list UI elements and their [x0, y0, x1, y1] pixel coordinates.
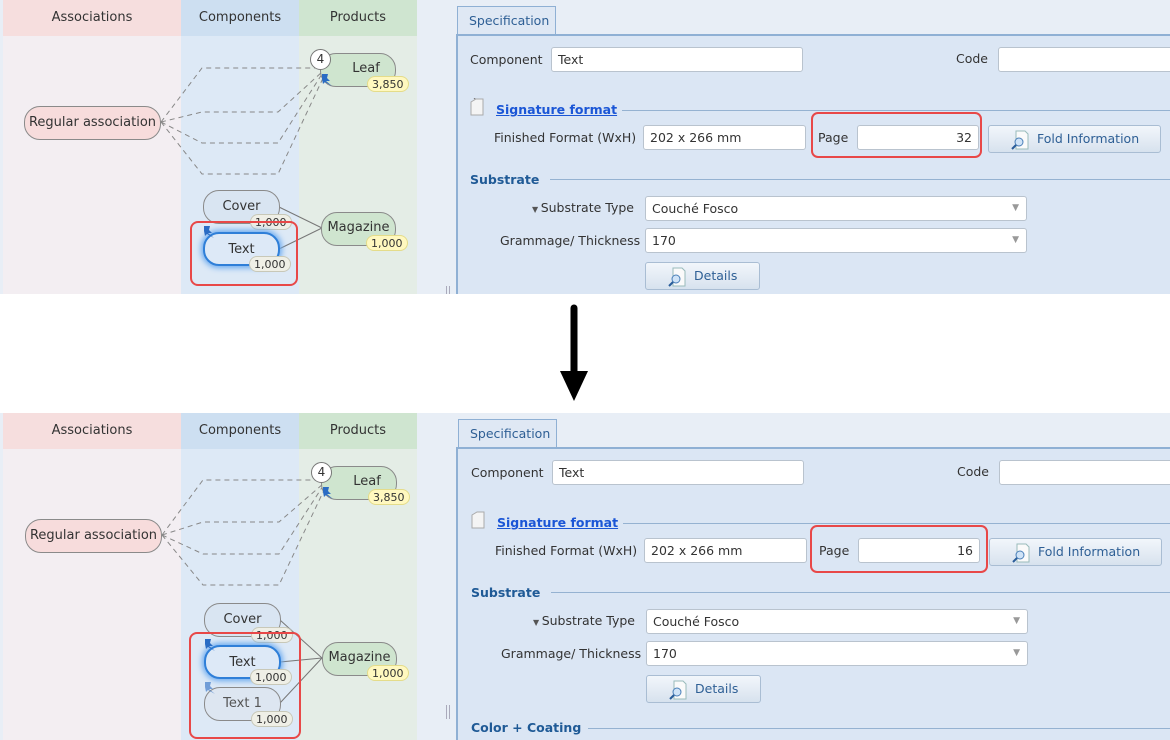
component-label: Component	[470, 52, 543, 67]
code-label: Code	[956, 51, 989, 66]
fold-information-label: Fold Information	[1038, 544, 1141, 559]
highlight-box-components	[189, 632, 301, 739]
substrate-type-value: Couché Fosco	[653, 614, 740, 629]
section-divider	[551, 592, 1170, 593]
finished-format-label: Finished Format (WxH)	[494, 130, 637, 145]
fold-information-button[interactable]: Fold Information	[989, 538, 1162, 566]
grammage-value: 170	[653, 646, 677, 661]
details-label: Details	[695, 681, 739, 696]
magazine-quantity-badge: 1,000	[367, 665, 409, 681]
associations-column: Associations	[3, 413, 181, 740]
grammage-label: Grammage/ Thickness	[501, 646, 642, 661]
leaf-count-badge: 4	[310, 49, 331, 70]
associations-header: Associations	[3, 413, 181, 449]
substrate-type-select[interactable]: Couché Fosco ▼	[645, 196, 1027, 221]
dropdown-arrow-icon[interactable]: ▼	[1013, 642, 1020, 665]
magnifier-document-icon	[669, 680, 687, 700]
component-input[interactable]: Text	[552, 460, 804, 485]
splitter-handle[interactable]	[446, 705, 450, 719]
components-header: Components	[181, 413, 299, 449]
leaf-count-badge: 4	[311, 462, 332, 483]
leaf-quantity-badge: 3,850	[367, 76, 409, 92]
page-label: Page	[818, 130, 849, 145]
grammage-select[interactable]: 170 ▼	[646, 641, 1028, 666]
page-label: Page	[819, 543, 850, 558]
signature-format-icon	[471, 511, 485, 529]
code-input[interactable]	[999, 460, 1170, 485]
grammage-select[interactable]: 170 ▼	[645, 228, 1027, 253]
details-button[interactable]: Details	[646, 675, 761, 703]
highlight-box-components	[190, 221, 298, 286]
tab-specification[interactable]: Specification	[457, 6, 556, 36]
magazine-quantity-badge: 1,000	[366, 235, 408, 251]
details-label: Details	[694, 268, 738, 283]
associations-header: Associations	[3, 0, 181, 36]
section-divider	[588, 728, 1170, 729]
specification-form: Specification Component Text Code Signat…	[456, 413, 1170, 740]
finished-format-input[interactable]: 202 x 266 mm	[644, 538, 807, 563]
associations-column: Associations	[3, 0, 181, 294]
dropdown-arrow-icon[interactable]: ▼	[1013, 610, 1020, 633]
magnifier-document-icon	[1011, 130, 1029, 150]
section-divider	[550, 179, 1170, 180]
regular-association-node[interactable]: Regular association	[24, 106, 161, 140]
finished-format-input[interactable]: 202 x 266 mm	[643, 125, 806, 150]
substrate-type-label-text: Substrate Type	[541, 613, 635, 628]
splitter-handle[interactable]	[446, 286, 450, 294]
color-coating-section-title: Color + Coating	[471, 720, 582, 735]
required-marker-icon: ▼	[532, 205, 541, 214]
products-header: Products	[299, 413, 417, 449]
magnifier-document-icon	[668, 267, 686, 287]
dropdown-arrow-icon[interactable]: ▼	[1012, 197, 1019, 220]
substrate-type-label: ▼ Substrate Type	[533, 613, 635, 628]
substrate-type-value: Couché Fosco	[652, 201, 739, 216]
fold-information-label: Fold Information	[1037, 131, 1140, 146]
magnifier-document-icon	[1012, 543, 1030, 563]
grammage-label: Grammage/ Thickness	[500, 233, 641, 248]
form-body: Component Text Code Signature format Fin…	[456, 34, 1170, 294]
fold-information-button[interactable]: Fold Information	[988, 125, 1161, 153]
page-input[interactable]: 16	[858, 538, 980, 563]
panel-after: Associations Components Products Regular…	[0, 413, 1170, 740]
substrate-type-label: ▼ Substrate Type	[532, 200, 634, 215]
form-body: Component Text Code Signature format Fin…	[456, 447, 1170, 740]
signature-format-link[interactable]: Signature format	[497, 515, 618, 530]
substrate-section-title: Substrate	[471, 585, 541, 600]
required-marker-icon: ▼	[533, 618, 542, 627]
pin-icon	[322, 74, 332, 86]
specification-form: Specification Component Text Code Signat…	[456, 0, 1170, 294]
down-arrow-icon	[560, 304, 588, 401]
component-input[interactable]: Text	[551, 47, 803, 72]
code-input[interactable]	[998, 47, 1170, 72]
substrate-type-select[interactable]: Couché Fosco ▼	[646, 609, 1028, 634]
panel-before: Associations Components Products Regular…	[0, 0, 1170, 294]
page-input[interactable]: 32	[857, 125, 979, 150]
section-divider	[623, 523, 1170, 524]
substrate-section-title: Substrate	[470, 172, 540, 187]
leaf-label: Leaf	[353, 474, 381, 489]
signature-format-link[interactable]: Signature format	[496, 102, 617, 117]
leaf-quantity-badge: 3,850	[368, 489, 410, 505]
section-divider	[622, 110, 1170, 111]
grammage-value: 170	[652, 233, 676, 248]
leaf-label: Leaf	[352, 61, 380, 76]
component-label: Component	[471, 465, 544, 480]
code-label: Code	[957, 464, 990, 479]
dropdown-arrow-icon[interactable]: ▼	[1012, 229, 1019, 252]
signature-format-icon	[470, 98, 484, 116]
tab-specification[interactable]: Specification	[458, 419, 557, 449]
finished-format-label: Finished Format (WxH)	[495, 543, 638, 558]
products-header: Products	[299, 0, 417, 36]
details-button[interactable]: Details	[645, 262, 760, 290]
pin-icon	[323, 487, 333, 499]
components-header: Components	[181, 0, 299, 36]
regular-association-node[interactable]: Regular association	[25, 519, 162, 553]
substrate-type-label-text: Substrate Type	[540, 200, 634, 215]
